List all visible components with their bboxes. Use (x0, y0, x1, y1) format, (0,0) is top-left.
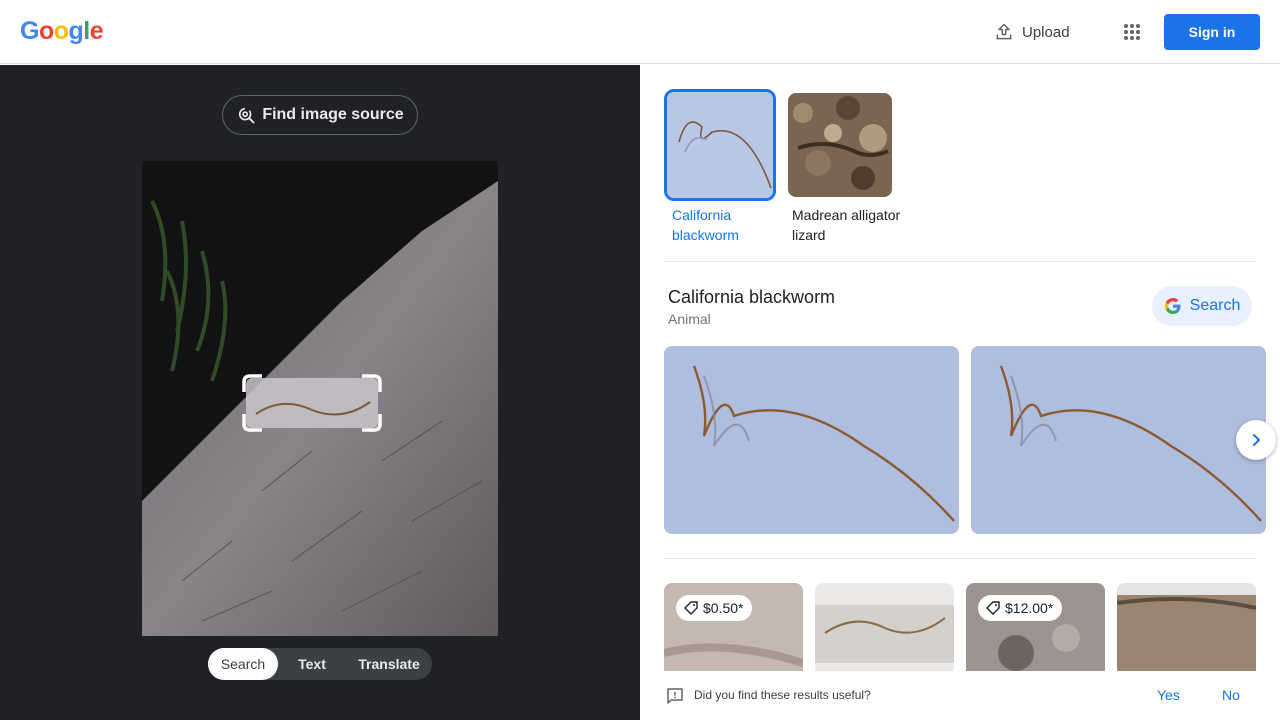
upload-label: Upload (1022, 23, 1070, 41)
sign-in-button[interactable]: Sign in (1164, 14, 1260, 50)
price-tag: $0.50* (676, 595, 753, 621)
knowledge-panel-search-label: Search (1189, 297, 1241, 314)
mode-switcher: Search Text Translate (208, 648, 432, 680)
logo-letter: G (20, 17, 39, 45)
feedback-no-button[interactable]: No (1222, 687, 1240, 703)
result-image[interactable] (664, 346, 959, 534)
logo-letter: o (38, 17, 54, 45)
match-label-madrean-alligator-lizard[interactable]: Madrean alligator lizard (792, 205, 902, 245)
logo-letter: e (89, 17, 104, 45)
price-tag: $12.00* (978, 595, 1063, 621)
logo-letter: g (68, 17, 84, 45)
find-image-source-label: Find image source (262, 106, 404, 123)
result-image[interactable] (971, 346, 1266, 534)
chevron-right-icon (1253, 434, 1260, 446)
lens-search-icon (239, 107, 255, 124)
tab-translate[interactable]: Translate (346, 648, 432, 680)
tag-icon (986, 601, 1000, 615)
carousel-next-button[interactable] (1236, 420, 1276, 460)
knowledge-panel-title: California blackworm (668, 287, 836, 307)
top-bar: Google Upload Sign in (0, 0, 1280, 64)
match-label-california-blackworm[interactable]: California blackworm (672, 205, 782, 245)
crop-selection-box[interactable] (242, 374, 382, 432)
query-image-pane: Find image source Search Text Translate (0, 65, 640, 720)
google-logo[interactable]: Google (20, 17, 104, 46)
feedback-yes-button[interactable]: Yes (1157, 687, 1180, 703)
feedback-icon (667, 688, 683, 704)
divider (664, 261, 1256, 262)
upload-button[interactable]: Upload (984, 14, 1080, 50)
upload-icon (996, 23, 1012, 40)
google-g-icon (1164, 298, 1181, 314)
results-pane: California blackworm Madrean alligator l… (640, 65, 1280, 720)
apps-button[interactable] (1114, 14, 1150, 50)
tab-search[interactable]: Search (208, 648, 278, 680)
price-label: $0.50* (703, 600, 744, 616)
find-image-source-button[interactable]: Find image source (222, 95, 418, 135)
match-thumb-madrean-alligator-lizard[interactable] (788, 93, 892, 197)
product-card[interactable] (1117, 583, 1256, 683)
product-card[interactable]: $0.50* (664, 583, 803, 683)
apps-grid-icon (1124, 24, 1140, 40)
divider (664, 558, 1256, 559)
price-label: $12.00* (1005, 600, 1054, 616)
knowledge-panel-subtitle: Animal (668, 311, 711, 327)
feedback-question: Did you find these results useful? (694, 688, 871, 702)
product-card[interactable] (815, 583, 954, 683)
product-card[interactable]: $12.00* (966, 583, 1105, 683)
tab-text[interactable]: Text (278, 648, 346, 680)
match-thumb-california-blackworm[interactable] (664, 89, 776, 201)
logo-letter: o (53, 17, 69, 45)
feedback-bar: Did you find these results useful? Yes N… (640, 671, 1280, 720)
tag-icon (684, 601, 698, 615)
knowledge-panel-search-button[interactable]: Search (1152, 286, 1252, 326)
